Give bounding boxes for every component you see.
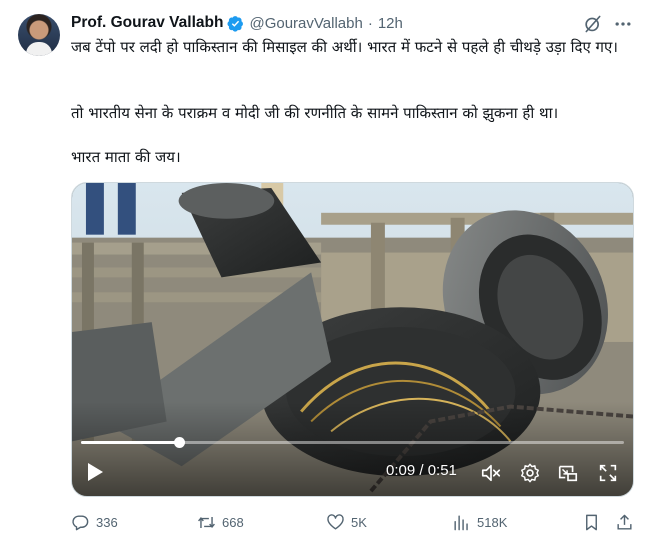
settings-icon[interactable] (519, 462, 541, 484)
views-button[interactable]: 518K (452, 510, 507, 534)
share-button[interactable] (615, 510, 640, 534)
like-count: 5K (351, 514, 367, 530)
bookmark-icon (586, 514, 597, 530)
reply-button[interactable]: 336 (71, 510, 118, 534)
verified-badge-icon (227, 15, 244, 32)
video-progress-handle[interactable] (173, 437, 185, 448)
grok-icon[interactable] (583, 14, 603, 34)
video-progress-fill (81, 441, 179, 444)
reply-count: 336 (96, 514, 118, 530)
fullscreen-icon[interactable] (597, 462, 619, 484)
tweet: Prof. Gourav Vallabh @GouravVallabh · 12… (0, 0, 652, 543)
like-button[interactable]: 5K (326, 510, 367, 534)
video-frame (72, 183, 633, 496)
tweet-text-line-3: भारत माता की जय। (71, 148, 181, 166)
video-player[interactable] (71, 182, 634, 497)
video-progress-bar[interactable] (81, 437, 624, 448)
repost-button[interactable]: 668 (197, 510, 244, 534)
picture-in-picture-icon[interactable] (557, 462, 579, 484)
bookmark-button[interactable] (582, 510, 607, 534)
more-icon[interactable] (613, 14, 633, 34)
tweet-text-line-2: तो भारतीय सेना के पराक्रम व मोदी जी की र… (71, 104, 559, 122)
repost-icon (198, 516, 215, 528)
tweet-header: Prof. Gourav Vallabh @GouravVallabh · 12… (71, 13, 403, 33)
avatar[interactable] (18, 14, 60, 56)
repost-count: 668 (222, 514, 244, 530)
display-name[interactable]: Prof. Gourav Vallabh (71, 14, 223, 32)
timestamp[interactable]: 12h (378, 15, 403, 32)
handle[interactable]: @GouravVallabh (249, 15, 362, 32)
reply-icon (72, 514, 89, 530)
tweet-actions: 336 668 5K 518K (71, 510, 636, 534)
play-icon[interactable] (86, 462, 104, 482)
mute-icon[interactable] (480, 462, 502, 484)
tweet-text-line-1: जब टेंपो पर लदी हो पाकिस्तान की मिसाइल क… (71, 38, 618, 56)
views-count: 518K (477, 514, 508, 530)
share-icon (617, 514, 632, 530)
video-timecode: 0:09 / 0:51 (386, 462, 457, 479)
views-icon (454, 514, 468, 530)
heart-icon (327, 513, 344, 530)
separator-dot: · (367, 14, 373, 32)
